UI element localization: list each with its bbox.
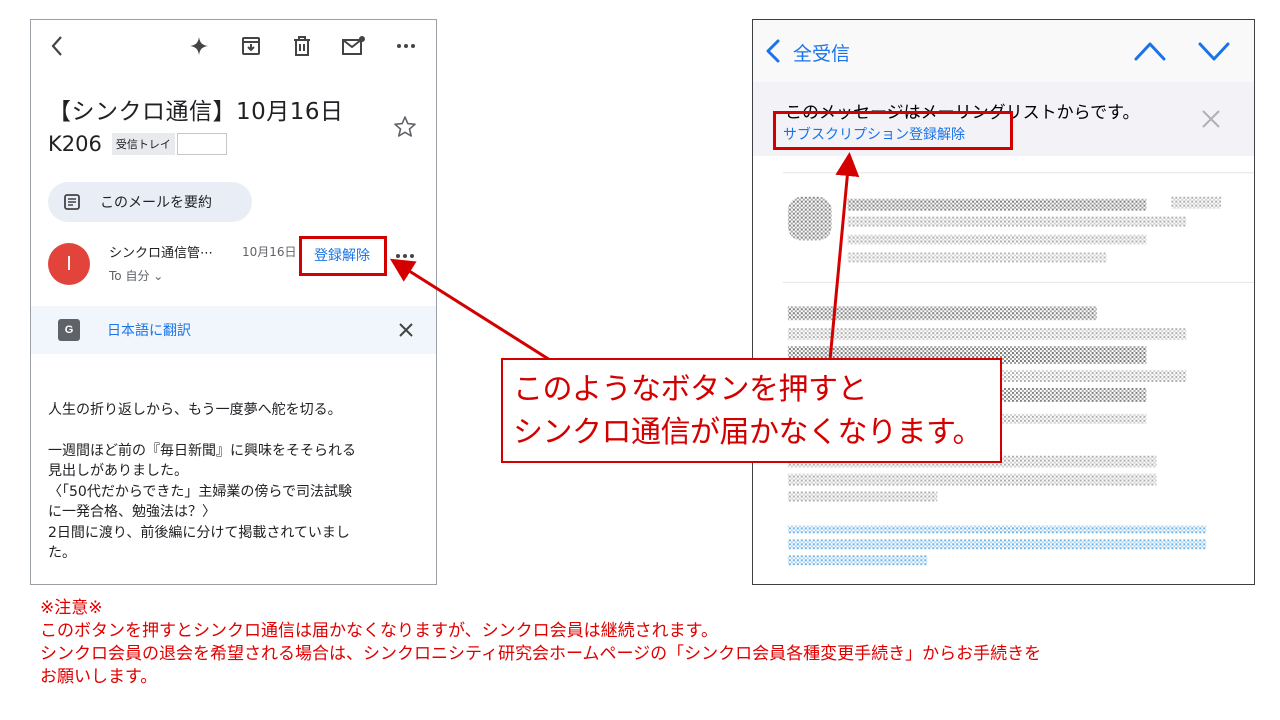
note-line: お願いします。 [40, 667, 158, 687]
note-line: このボタンを押すとシンクロ通信は届かなくなりますが、シンクロ会員は継続されます。 [40, 621, 718, 641]
callout-line-2: シンクロ通信が届かなくなります。 [513, 415, 983, 450]
callout-box: このようなボタンを押すと シンクロ通信が届かなくなります。 [501, 358, 1002, 463]
callout-line-1: このようなボタンを押すと [513, 372, 868, 407]
note-title: ※注意※ [40, 598, 103, 618]
caution-note: ※注意※ このボタンを押すとシンクロ通信は届かなくなりますが、シンクロ会員は継続… [40, 597, 1041, 689]
note-line: シンクロ会員の退会を希望される場合は、シンクロニシティ研究会ホームページの「シン… [40, 644, 1042, 664]
